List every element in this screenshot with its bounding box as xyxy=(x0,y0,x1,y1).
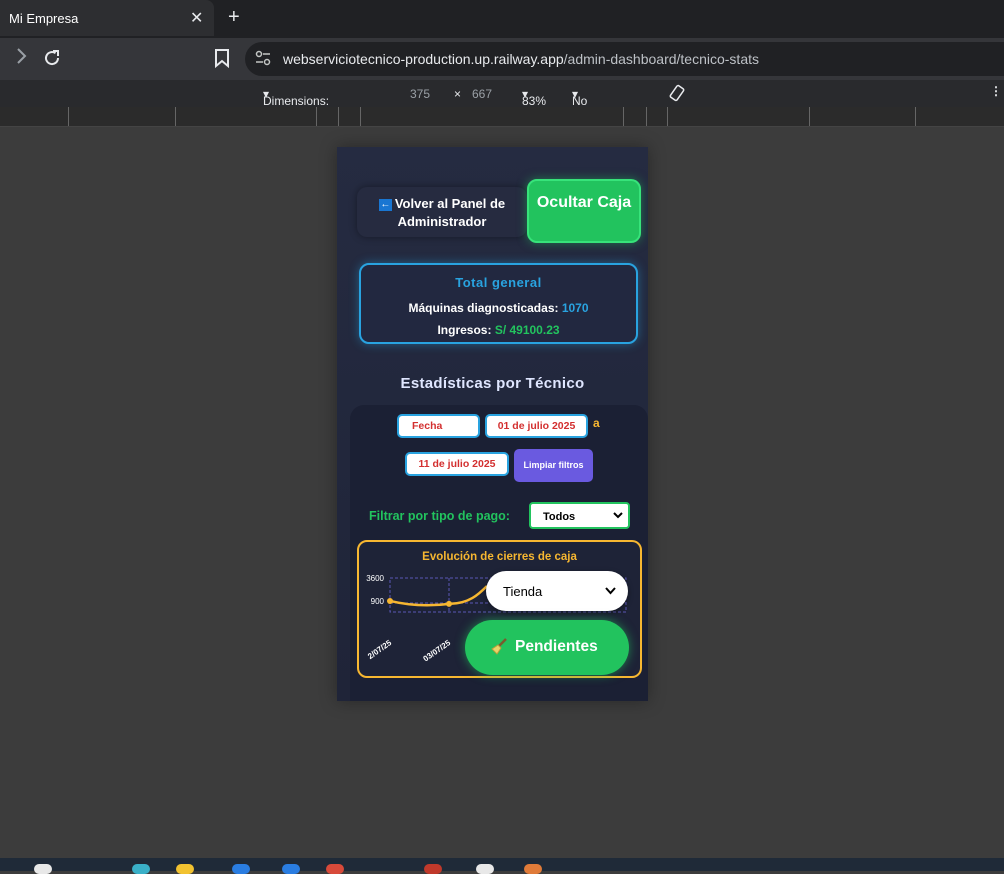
clear-filters-button[interactable]: Limpiar filtros xyxy=(514,449,593,482)
from-date-input[interactable]: 01 de julio 2025 xyxy=(485,414,588,438)
tab-title: Mi Empresa xyxy=(9,11,79,26)
forward-icon[interactable] xyxy=(16,47,28,71)
date-filter-input[interactable]: Fecha xyxy=(397,414,480,438)
hide-cash-label: Ocultar Caja xyxy=(536,194,632,211)
back-arrow-icon: ← xyxy=(378,199,392,211)
machines-row: Máquinas diagnosticadas: 1070 xyxy=(361,301,636,315)
address-bar[interactable]: webserviciotecnico-production.up.railway… xyxy=(245,42,1004,76)
site-info-icon[interactable] xyxy=(255,50,271,70)
chart-point-1 xyxy=(446,600,452,607)
device-dimensions-select[interactable]: Dimensions: iPhone SE ▾ xyxy=(263,87,329,122)
zoom-value: 83% xyxy=(522,94,547,108)
times-icon: × xyxy=(454,87,462,101)
url-host: webserviciotecnico-production.up.railway… xyxy=(283,51,564,67)
income-value: S/ 49100.23 xyxy=(494,323,560,337)
income-label: Ingresos: xyxy=(437,323,492,337)
broom-icon xyxy=(491,638,507,655)
device-width[interactable]: 375 xyxy=(410,87,430,101)
zoom-select[interactable]: 83% ▾ xyxy=(522,87,546,108)
back-button-label: Volver al Panel de Administrador xyxy=(394,196,506,229)
media-query-ruler xyxy=(0,107,1004,127)
store-select[interactable]: Tienda xyxy=(486,571,628,611)
hide-cash-button[interactable]: Ocultar Caja xyxy=(527,179,641,243)
stats-title: Estadísticas por Técnico xyxy=(400,375,585,392)
chart-series-line xyxy=(389,585,488,607)
machines-value: 1070 xyxy=(561,301,589,315)
total-summary-card: Total general Máquinas diagnosticadas: 1… xyxy=(359,263,638,344)
y-tick-label-1: 900 xyxy=(371,597,385,606)
x-tick-label-0: 2/07/25 xyxy=(366,638,393,661)
browser-tab[interactable]: Mi Empresa ✕ xyxy=(0,0,214,36)
tab-strip: Mi Empresa ✕ + xyxy=(0,0,1004,38)
new-tab-icon[interactable]: + xyxy=(228,6,240,29)
machines-label: Máquinas diagnosticadas: xyxy=(408,301,559,315)
pending-button[interactable]: Pendientes xyxy=(465,620,629,675)
chart-point-0 xyxy=(387,597,393,604)
to-date-input[interactable]: 11 de julio 2025 xyxy=(405,452,509,476)
payment-type-value: Todos xyxy=(543,511,576,523)
chevron-down-icon xyxy=(613,508,623,525)
pending-button-label: Pendientes xyxy=(515,638,598,655)
store-select-value: Tienda xyxy=(503,584,543,599)
payment-type-select[interactable]: Todos xyxy=(529,502,630,529)
x-tick-label-1: 03/07/25 xyxy=(421,638,452,664)
throttling-select[interactable]: No throttling ▾ xyxy=(572,87,618,122)
url-path: /admin-dashboard/tecnico-stats xyxy=(563,51,759,67)
rotate-icon[interactable] xyxy=(668,83,686,106)
date-range-separator: a xyxy=(593,416,600,430)
total-title: Total general xyxy=(455,275,542,290)
bookmark-icon[interactable] xyxy=(214,48,230,74)
income-row: Ingresos: S/ 49100.23 xyxy=(361,323,636,337)
back-to-admin-button[interactable]: ← Volver al Panel de Administrador xyxy=(357,187,527,237)
more-options-icon[interactable]: ⋮ xyxy=(990,84,1002,98)
y-tick-label-0: 3600 xyxy=(366,574,384,583)
device-toolbar: Dimensions: iPhone SE ▾ 375 × 667 83% ▾ … xyxy=(0,80,1004,122)
url-text: webserviciotecnico-production.up.railway… xyxy=(283,51,759,67)
tab-close-icon[interactable]: ✕ xyxy=(190,8,203,28)
browser-toolbar: webserviciotecnico-production.up.railway… xyxy=(0,38,1004,80)
payment-filter-label: Filtrar por tipo de pago: xyxy=(369,509,510,523)
chevron-down-icon xyxy=(605,583,616,602)
mobile-viewport: ← Volver al Panel de Administrador Oculta… xyxy=(337,147,648,701)
device-height[interactable]: 667 xyxy=(472,87,492,101)
os-taskbar xyxy=(0,858,1004,874)
reload-icon[interactable] xyxy=(42,48,62,74)
